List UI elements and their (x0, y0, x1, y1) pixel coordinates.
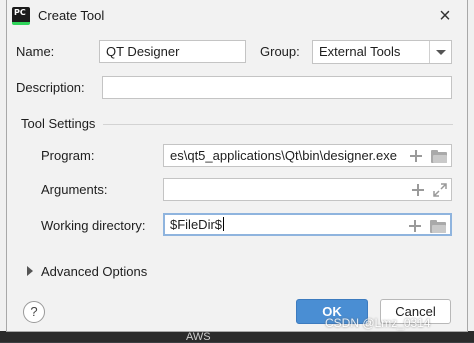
working-directory-input[interactable]: $FileDir$ (163, 213, 452, 236)
group-label: Group: (260, 44, 300, 59)
program-input[interactable]: es\qt5_applications\Qt\bin\designer.exe (163, 144, 452, 167)
create-tool-dialog: PC Create Tool × Name: QT Designer Group… (6, 0, 468, 332)
text-caret (223, 217, 225, 231)
description-input[interactable] (102, 76, 452, 99)
close-button[interactable]: × (435, 6, 455, 26)
arguments-label: Arguments: (41, 182, 108, 197)
title-bar: PC Create Tool × (7, 0, 467, 32)
program-label: Program: (41, 148, 95, 163)
name-label: Name: (16, 44, 55, 59)
group-select[interactable]: External Tools (312, 40, 452, 64)
insert-macro-plus-icon[interactable] (408, 219, 422, 233)
insert-macro-plus-icon[interactable] (409, 149, 423, 163)
group-select-value: External Tools (319, 44, 401, 59)
chevron-right-icon[interactable] (27, 266, 33, 276)
tool-settings-divider (103, 124, 453, 125)
dialog-title: Create Tool (38, 8, 105, 23)
close-icon: × (439, 5, 451, 27)
browse-folder-icon[interactable] (430, 219, 446, 233)
background-item-aws: AWS (186, 331, 211, 343)
group-dropdown-button[interactable] (429, 41, 451, 63)
browse-folder-icon[interactable] (431, 149, 447, 163)
advanced-options-toggle[interactable]: Advanced Options (41, 264, 147, 279)
pycharm-app-icon: PC (12, 7, 30, 25)
insert-macro-plus-icon[interactable] (411, 183, 425, 197)
expand-icon[interactable] (433, 183, 447, 197)
csdn-watermark: CSDN @Lmz_0314 (325, 316, 431, 330)
description-label: Description: (16, 80, 85, 95)
working-directory-label: Working directory: (41, 218, 146, 233)
tool-settings-title: Tool Settings (21, 116, 96, 131)
help-button[interactable]: ? (23, 301, 45, 323)
chevron-down-icon (436, 50, 446, 55)
name-input[interactable]: QT Designer (99, 40, 246, 63)
arguments-input[interactable] (163, 178, 452, 201)
background-window-strip: AWS (0, 331, 474, 343)
